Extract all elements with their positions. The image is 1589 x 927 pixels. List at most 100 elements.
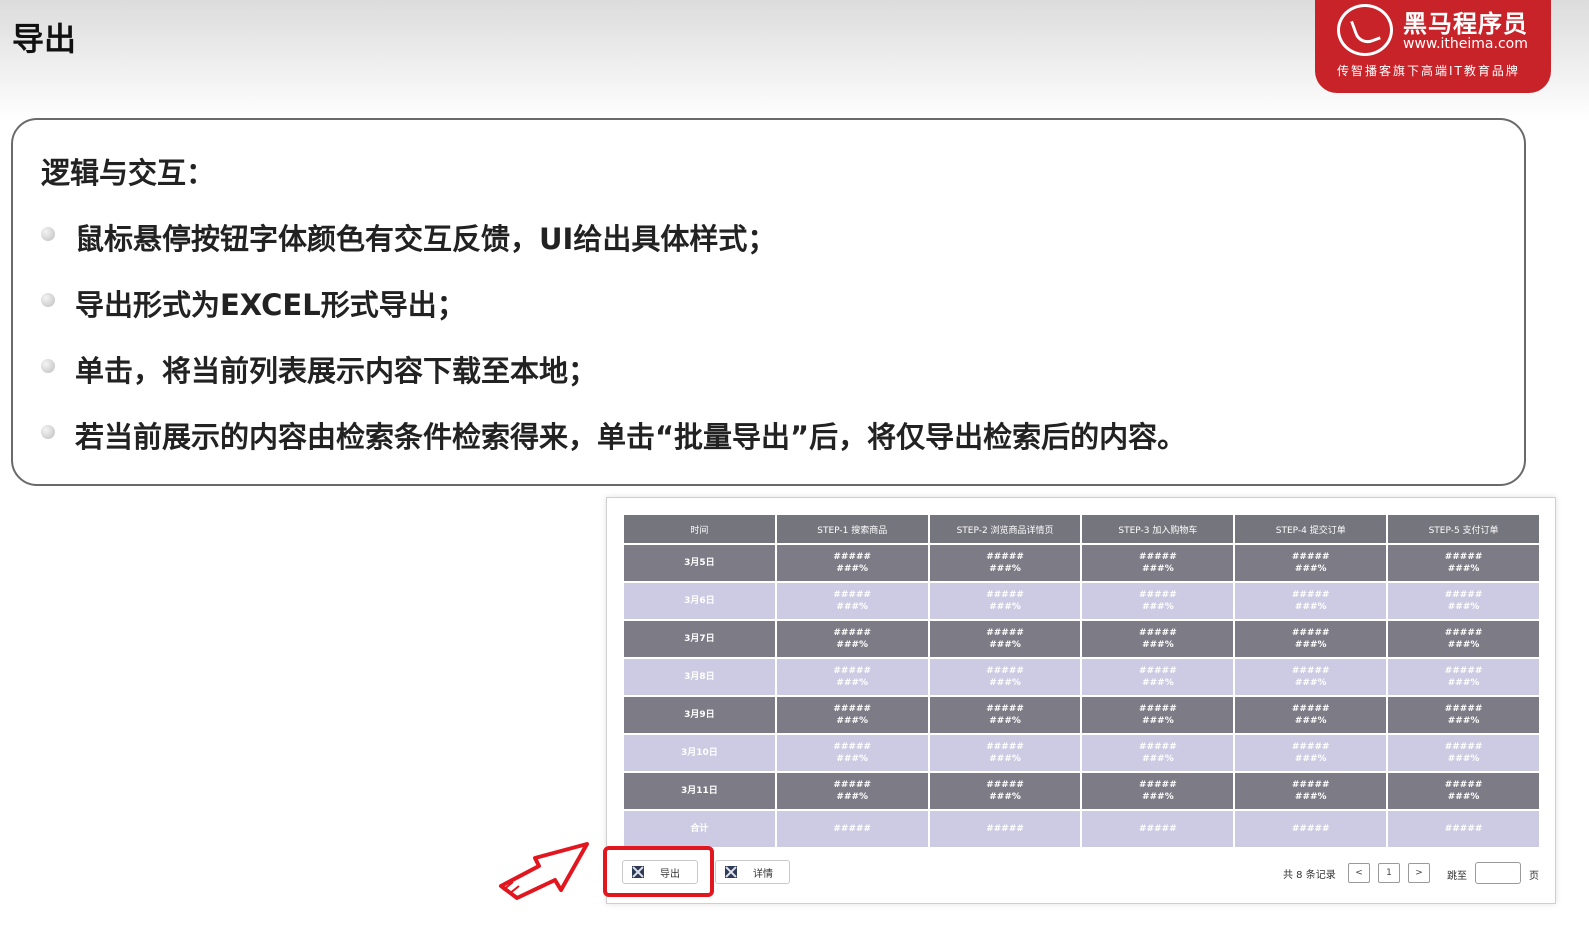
logo-emblem-icon [1337, 4, 1393, 56]
bullet-dot-icon [41, 227, 55, 241]
metric-percent: ###% [1294, 678, 1327, 688]
column-header: STEP-5 支付订单 [1386, 513, 1541, 545]
metric-count: ##### [833, 590, 872, 600]
table-row: 3月9日 ##### ###% ##### ###% ##### ###% ##### ###%… [622, 695, 1541, 735]
table-body: 3月5日 ##### ###% ##### ###% ##### ###% ##### ###%… [622, 543, 1541, 849]
metric-percent: ###% [1294, 640, 1327, 650]
metric-cell: ##### ###% [1080, 771, 1236, 811]
total-row: 合计 ##### ##### ##### ##### ##### [622, 809, 1541, 849]
metric-cell: ##### ###% [1386, 733, 1541, 773]
metric-count: ##### [1291, 590, 1330, 600]
table-row: 3月7日 ##### ###% ##### ###% ##### ###% ##### ###%… [622, 619, 1541, 659]
metric-percent: ###% [1447, 716, 1480, 726]
bullet-dot-icon [41, 425, 55, 439]
report-mockup: 时间 STEP-1 搜索商品 STEP-2 浏览商品详情页 STEP-3 加入购… [606, 497, 1556, 904]
metric-percent: ###% [1142, 640, 1174, 650]
jump-label: 跳至 [1447, 871, 1467, 882]
metric-percent: ###% [1447, 792, 1480, 802]
metric-percent: ###% [989, 640, 1021, 650]
metric-cell: ##### ###% [927, 581, 1083, 621]
metric-percent: ###% [836, 716, 869, 726]
total-value: ##### [927, 809, 1083, 849]
metric-cell: ##### ###% [1386, 543, 1541, 583]
metric-cell: ##### ###% [1233, 771, 1389, 811]
bullet-text: 鼠标悬停按钮字体颜色有交互反馈，UI给出具体样式； [75, 222, 777, 256]
metric-percent: ###% [1447, 640, 1480, 650]
metric-cell: ##### ###% [774, 695, 930, 735]
metric-count: ##### [986, 552, 1024, 562]
metric-cell: ##### ###% [1080, 657, 1236, 697]
export-highlight-box [603, 846, 714, 897]
metric-cell: ##### ###% [1080, 543, 1236, 583]
metric-percent: ###% [1142, 792, 1174, 802]
metric-percent: ###% [1447, 564, 1480, 574]
column-header: STEP-3 加入购物车 [1080, 513, 1236, 545]
metric-count: ##### [1139, 704, 1177, 714]
logo-url: www.itheima.com [1403, 36, 1528, 52]
metric-count: ##### [1291, 742, 1330, 752]
total-value: ##### [774, 809, 930, 849]
date-cell: 3月8日 [622, 657, 777, 697]
metric-percent: ###% [1294, 754, 1327, 764]
logo-name: 黑马程序员 [1403, 10, 1528, 38]
metric-percent: ###% [989, 792, 1021, 802]
metric-cell: ##### ###% [1233, 543, 1389, 583]
metric-percent: ###% [836, 754, 869, 764]
metric-count: ##### [833, 628, 872, 638]
metric-percent: ###% [989, 678, 1021, 688]
metric-count: ##### [986, 704, 1024, 714]
bullet-text: 若当前展示的内容由检索条件检索得来，单击“批量导出”后，将仅导出检索后的内容。 [75, 420, 1187, 454]
metric-percent: ###% [1447, 754, 1480, 764]
metric-count: ##### [1291, 780, 1330, 790]
pointer-arrow-icon [499, 842, 589, 900]
metric-cell: ##### ###% [1233, 581, 1389, 621]
table-row: 3月10日 ##### ###% ##### ###% ##### ###% ##### ###… [622, 733, 1541, 773]
bullet-dot-icon [41, 359, 55, 373]
logic-interaction-box: 逻辑与交互： 鼠标悬停按钮字体颜色有交互反馈，UI给出具体样式； 导出形式为EX… [11, 118, 1526, 486]
metric-cell: ##### ###% [1080, 619, 1236, 659]
column-header: STEP-4 提交订单 [1233, 513, 1389, 545]
table-row: 3月11日 ##### ###% ##### ###% ##### ###% ##### ###… [622, 771, 1541, 811]
metric-cell: ##### ###% [774, 733, 930, 773]
current-page-button[interactable]: 1 [1378, 863, 1400, 883]
metric-cell: ##### ###% [1386, 581, 1541, 621]
table-row: 3月6日 ##### ###% ##### ###% ##### ###% ##### ###%… [622, 581, 1541, 621]
metric-cell: ##### ###% [1386, 771, 1541, 811]
metric-count: ##### [1139, 590, 1177, 600]
date-cell: 3月7日 [622, 619, 777, 659]
table-row: 3月8日 ##### ###% ##### ###% ##### ###% ##### ###%… [622, 657, 1541, 697]
date-cell: 3月9日 [622, 695, 777, 735]
box-heading: 逻辑与交互： [41, 156, 216, 190]
date-cell: 3月6日 [622, 581, 777, 621]
next-page-button[interactable]: > [1408, 863, 1430, 883]
table-row: 3月5日 ##### ###% ##### ###% ##### ###% ##### ###%… [622, 543, 1541, 583]
metric-count: ##### [833, 742, 872, 752]
prev-page-button[interactable]: < [1348, 863, 1370, 883]
metric-percent: ###% [836, 564, 869, 574]
metric-count: ##### [1291, 552, 1330, 562]
logo-slogan: 传智播客旗下高端IT教育品牌 [1337, 64, 1520, 78]
detail-button-label: 详情 [753, 868, 773, 880]
metric-count: ##### [833, 666, 872, 676]
total-value: ##### [1233, 809, 1389, 849]
metric-count: ##### [1444, 666, 1483, 676]
detail-button[interactable]: 详情 [715, 860, 790, 884]
metric-count: ##### [1291, 666, 1330, 676]
bullet-text: 导出形式为EXCEL形式导出； [75, 288, 466, 322]
metric-cell: ##### ###% [1080, 733, 1236, 773]
bullet-item: 若当前展示的内容由检索条件检索得来，单击“批量导出”后，将仅导出检索后的内容。 [41, 414, 1186, 480]
metric-percent: ###% [1142, 602, 1174, 612]
table-header-row: 时间 STEP-1 搜索商品 STEP-2 浏览商品详情页 STEP-3 加入购… [622, 513, 1541, 545]
metric-percent: ###% [989, 716, 1021, 726]
metric-cell: ##### ###% [927, 657, 1083, 697]
metric-count: ##### [833, 780, 872, 790]
metric-percent: ###% [836, 602, 869, 612]
metric-count: ##### [1444, 552, 1483, 562]
metric-cell: ##### ###% [1386, 619, 1541, 659]
metric-count: ##### [986, 666, 1024, 676]
metric-percent: ###% [1142, 564, 1174, 574]
column-header: STEP-2 浏览商品详情页 [927, 513, 1083, 545]
date-cell: 3月10日 [622, 733, 777, 773]
jump-page-input[interactable] [1475, 862, 1521, 884]
metric-percent: ###% [1294, 602, 1327, 612]
